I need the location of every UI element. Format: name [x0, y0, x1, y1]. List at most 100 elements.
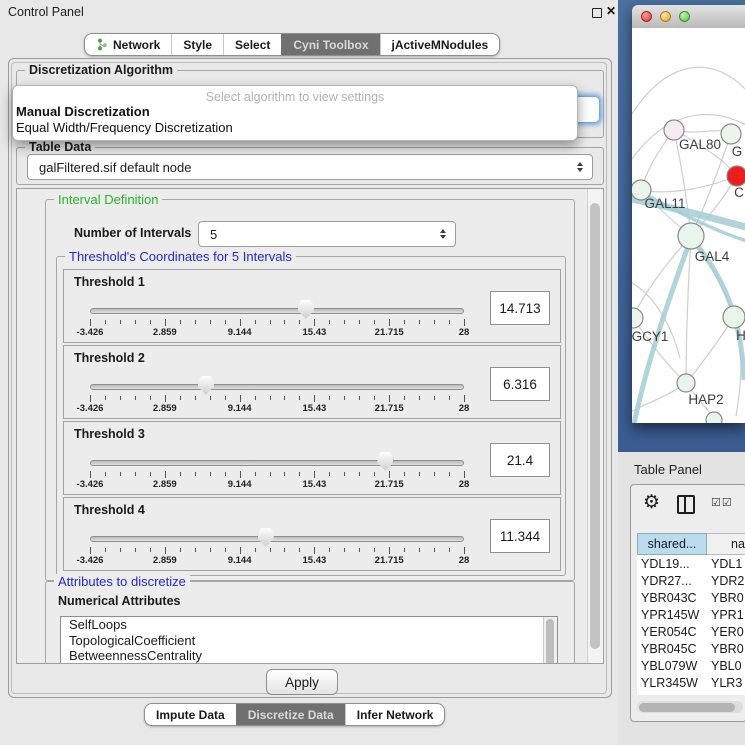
network-node-gal4[interactable] — [678, 223, 704, 249]
slider-track[interactable] — [90, 536, 464, 542]
tick-mark — [449, 548, 450, 552]
tick-mark — [359, 320, 360, 324]
network-edge — [633, 236, 691, 318]
dropdown-placeholder: Select algorithm to view settings — [13, 86, 577, 104]
tick-mark — [404, 548, 405, 552]
threshold-value-field[interactable]: 21.4 — [490, 443, 550, 477]
tick-mark — [210, 548, 211, 552]
tick-mark — [150, 396, 151, 400]
tick-mark — [359, 396, 360, 400]
tick-mark — [329, 472, 330, 476]
tab-jactivemnodules[interactable]: jActiveMNodules — [380, 34, 500, 55]
slider[interactable]: -3.4262.8599.14415.4321.71528 — [90, 528, 464, 566]
network-node-gcy1[interactable] — [632, 308, 643, 328]
close-icon[interactable]: ✕ — [606, 4, 616, 18]
tick-mark — [270, 548, 271, 552]
network-node-g[interactable] — [721, 124, 741, 144]
horizontal-scrollbar[interactable] — [637, 701, 743, 713]
zoom-traffic-light-icon[interactable] — [679, 11, 690, 22]
table-data-combobox[interactable]: galFiltered.sif default node — [27, 154, 593, 180]
slider-track[interactable] — [90, 384, 464, 390]
minimize-traffic-light-icon[interactable] — [660, 11, 671, 22]
attribute-item[interactable]: SelfLoops — [61, 617, 557, 633]
network-node-h[interactable] — [723, 306, 745, 328]
column-header-shared-name[interactable]: shared... — [637, 533, 707, 555]
numerical-attributes-list[interactable]: SelfLoopsTopologicalCoefficientBetweenne… — [60, 616, 558, 664]
node-table[interactable]: shared... na YDL19...YDL1YDR27...YDR2YBR… — [637, 533, 745, 695]
network-node[interactable] — [706, 412, 722, 423]
network-desktop: GAL80GCGAL11GAL4GCY1HHAP2 — [618, 0, 745, 452]
tick-mark — [419, 396, 420, 400]
dropdown-item[interactable]: Manual Discretization — [13, 104, 577, 120]
threshold-value-field[interactable]: 14.713 — [490, 291, 550, 325]
select-columns-icon[interactable]: ☑☑ — [711, 496, 733, 509]
tick-mark — [150, 320, 151, 324]
network-window: GAL80GCGAL11GAL4GCY1HHAP2 — [632, 5, 745, 423]
tick-mark — [344, 396, 345, 400]
dropdown-item[interactable]: Equal Width/Frequency Discretization — [13, 120, 577, 136]
tick-mark — [359, 548, 360, 552]
table-row[interactable]: YBL079WYBL0 — [637, 657, 745, 674]
slider[interactable]: -3.4262.8599.14415.4321.71528 — [90, 300, 464, 338]
slider-thumb[interactable] — [298, 300, 314, 319]
threshold-value-field[interactable]: 11.344 — [490, 519, 550, 553]
tick-mark — [150, 548, 151, 552]
table-row[interactable]: YPR145WYPR1 — [637, 606, 745, 623]
table-row[interactable]: YBR045CYBR0 — [637, 640, 745, 657]
network-node-c[interactable] — [727, 166, 745, 186]
network-canvas[interactable]: GAL80GCGAL11GAL4GCY1HHAP2 — [632, 28, 745, 423]
attribute-item[interactable]: TopologicalCoefficient — [61, 633, 557, 649]
network-node-hap2[interactable] — [677, 374, 695, 392]
tick-mark — [195, 548, 196, 552]
tab-impute-data[interactable]: Impute Data — [145, 704, 236, 725]
slider-thumb[interactable] — [377, 452, 393, 471]
tab-select[interactable]: Select — [223, 34, 281, 55]
tick-label: 2.859 — [153, 403, 177, 414]
tab-cyni-toolbox[interactable]: Cyni Toolbox — [281, 34, 379, 55]
cell-name: YDL1 — [707, 557, 745, 571]
tab-network[interactable]: Network — [85, 34, 171, 55]
split-table-icon[interactable] — [677, 495, 695, 514]
apply-button[interactable]: Apply — [266, 669, 338, 695]
tab-infer-network[interactable]: Infer Network — [345, 704, 445, 725]
threshold-value-field[interactable]: 6.316 — [490, 367, 550, 401]
tick-mark — [120, 320, 121, 324]
tab-discretize-data[interactable]: Discretize Data — [236, 704, 345, 725]
cell-name: YBR0 — [707, 642, 745, 656]
table-row[interactable]: YDR27...YDR2 — [637, 572, 745, 589]
node-label: H — [736, 328, 745, 343]
tab-label: Select — [235, 38, 270, 52]
list-scrollbar[interactable] — [543, 617, 557, 664]
table-row[interactable]: YBR043CYBR0 — [637, 589, 745, 606]
column-header-name[interactable]: na — [707, 533, 745, 555]
vertical-scrollbar[interactable] — [587, 189, 603, 663]
table-row[interactable]: YIL052CYIL0 — [637, 691, 745, 695]
tick-label: 21.715 — [375, 327, 404, 338]
slider-thumb[interactable] — [258, 528, 274, 547]
tick-mark — [105, 472, 106, 476]
attribute-item[interactable]: BetweennessCentrality — [61, 648, 557, 664]
slider-thumb[interactable] — [198, 376, 214, 395]
slider-track[interactable] — [90, 460, 464, 466]
tab-style[interactable]: Style — [171, 34, 223, 55]
threshold-row: Threshold 2-3.4262.8599.14415.4321.71528… — [63, 345, 561, 419]
table-row[interactable]: YER054CYER0 — [637, 623, 745, 640]
slider[interactable]: -3.4262.8599.14415.4321.71528 — [90, 452, 464, 490]
table-row[interactable]: YDL19...YDL1 — [637, 555, 745, 572]
table-panel: Table Panel ⚙ ☑☑ shared... na YDL19...YD… — [618, 452, 745, 745]
slider-track[interactable] — [90, 308, 464, 314]
close-traffic-light-icon[interactable] — [641, 11, 652, 22]
gear-icon[interactable]: ⚙ — [643, 491, 660, 514]
interval-definition-group: Interval Definition Number of Intervals … — [45, 199, 575, 581]
table-row[interactable]: YLR345WYLR3 — [637, 674, 745, 691]
tick-label: -3.426 — [77, 555, 104, 566]
tick-mark — [165, 395, 166, 402]
tick-mark — [180, 548, 181, 552]
cell-shared-name: YIL052C — [637, 693, 707, 696]
number-of-intervals-combobox[interactable]: 5 — [198, 221, 456, 247]
tick-mark — [210, 472, 211, 476]
tick-mark — [195, 320, 196, 324]
top-tab-bar: NetworkStyle Select Cyni ToolboxjActiveMNo… — [84, 33, 500, 56]
float-window-icon[interactable] — [592, 8, 602, 18]
slider[interactable]: -3.4262.8599.14415.4321.71528 — [90, 376, 464, 414]
